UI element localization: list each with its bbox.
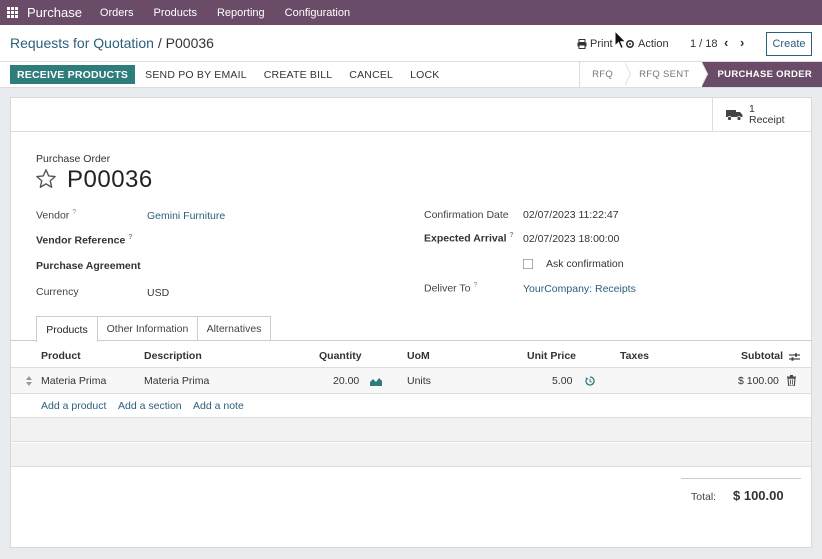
mouse-cursor-icon [614,30,627,50]
control-panel: Requests for Quotation / P00036 Print Ac… [0,25,822,62]
pager-value[interactable]: 1 / 18 [690,38,718,50]
ask-confirmation-label: Ask confirmation [546,258,624,270]
deliver-to-label-text: Deliver To [424,282,471,295]
chevron-left-icon[interactable]: ‹ [724,35,728,50]
ask-confirmation-checkbox[interactable] [523,259,533,269]
receive-products-button[interactable]: RECEIVE PRODUCTS [10,65,136,84]
col-taxes[interactable]: Taxes [620,350,649,362]
col-product[interactable]: Product [41,350,81,362]
vendor-field[interactable]: Gemini Furniture [147,210,225,222]
row-subtotal: $ 100.00 [738,375,779,387]
vendor-label-text: Vendor [36,209,70,222]
lock-button[interactable]: LOCK [410,69,439,81]
history-icon[interactable] [585,376,595,386]
vendor-reference-label: Vendor Reference ? [36,234,133,247]
row-quantity[interactable]: 20.00 [333,375,359,387]
apps-grid-icon[interactable] [7,7,18,18]
empty-row [11,443,811,467]
form-sheet: 1 Receipt Purchase Order P00036 Vendor ?… [10,97,812,548]
menu-orders[interactable]: Orders [100,7,134,19]
expected-arrival-field[interactable]: 02/07/2023 18:00:00 [523,233,619,245]
menu-reporting[interactable]: Reporting [217,7,265,19]
deliver-to-field[interactable]: YourCompany: Receipts [523,283,636,295]
breadcrumb-current: P00036 [165,35,214,51]
chevron-right-icon[interactable]: › [740,35,744,50]
help-mark[interactable]: ? [509,232,513,239]
smart-button-box: 1 Receipt [11,98,811,132]
col-quantity[interactable]: Quantity [319,350,362,362]
stage-purchase-order[interactable]: PURCHASE ORDER [701,62,822,87]
drag-handle-icon[interactable] [26,376,32,386]
row-product[interactable]: Materia Prima [41,375,106,387]
po-name: P00036 [67,166,153,193]
vendor-reference-label-text: Vendor Reference [36,234,126,247]
empty-row [11,418,811,442]
forecast-chart-icon[interactable] [370,376,382,386]
column-settings-icon[interactable] [789,352,800,362]
menu-products[interactable]: Products [154,7,197,19]
tab-products[interactable]: Products [36,316,98,342]
add-section-link[interactable]: Add a section [118,400,182,412]
total-divider [681,478,801,479]
confirmation-date-label: Confirmation Date [424,209,509,221]
breadcrumb-separator: / [157,35,162,51]
print-button[interactable]: Print [577,38,613,50]
currency-label: Currency [36,286,79,298]
printer-icon [577,39,587,49]
trash-icon[interactable] [787,375,796,386]
app-brand[interactable]: Purchase [27,5,82,20]
row-description[interactable]: Materia Prima [144,375,209,387]
tab-alternatives[interactable]: Alternatives [198,316,271,341]
receipt-label: Receipt [749,114,785,126]
row-uom[interactable]: Units [407,375,431,387]
stage-rfq[interactable]: RFQ [579,62,632,87]
receipt-smart-button[interactable]: 1 Receipt [712,98,811,132]
status-stages: RFQ RFQ SENT PURCHASE ORDER [579,62,822,87]
print-label: Print [590,38,613,50]
purchase-agreement-label: Purchase Agreement [36,260,141,272]
add-product-link[interactable]: Add a product [41,400,106,412]
expected-arrival-label: Expected Arrival ? [424,232,514,245]
deliver-to-label: Deliver To ? [424,282,477,295]
star-icon[interactable] [35,168,57,190]
help-mark[interactable]: ? [473,282,477,289]
menu-configuration[interactable]: Configuration [285,7,350,19]
notebook-tabs: Products Other Information Alternatives [11,316,811,342]
col-subtotal[interactable]: Subtotal [741,350,783,362]
total-value: $ 100.00 [733,488,784,503]
order-lines-header: Product Description Quantity UoM Unit Pr… [11,344,811,368]
create-button[interactable]: Create [766,32,812,56]
col-description[interactable]: Description [144,350,202,362]
col-uom[interactable]: UoM [407,350,430,362]
send-po-email-button[interactable]: SEND PO BY EMAIL [145,69,247,81]
row-unit-price[interactable]: 5.00 [552,375,572,387]
truck-icon [726,110,743,121]
form-title-label: Purchase Order [36,153,111,165]
status-bar: RECEIVE PRODUCTS SEND PO BY EMAIL CREATE… [0,62,822,88]
col-unit-price[interactable]: Unit Price [527,350,576,362]
help-mark[interactable]: ? [128,234,132,241]
add-note-link[interactable]: Add a note [193,400,244,412]
confirmation-date-field[interactable]: 02/07/2023 11:22:47 [523,209,619,221]
breadcrumb-parent[interactable]: Requests for Quotation [10,35,154,51]
total-label: Total: [691,491,717,503]
add-line-row: Add a product Add a section Add a note [11,394,811,418]
vendor-label: Vendor ? [36,209,76,222]
table-row[interactable]: Materia Prima Materia Prima 20.00 Units … [11,368,811,394]
action-button[interactable]: Action [625,38,669,50]
expected-arrival-label-text: Expected Arrival [424,232,507,245]
action-label: Action [638,38,669,50]
breadcrumb: Requests for Quotation / P00036 [10,35,214,51]
cancel-button[interactable]: CANCEL [349,69,393,81]
help-mark[interactable]: ? [72,209,76,216]
top-navbar: Purchase Orders Products Reporting Confi… [0,0,822,25]
stage-rfq-sent[interactable]: RFQ SENT [625,62,709,87]
currency-field[interactable]: USD [147,287,169,299]
create-bill-button[interactable]: CREATE BILL [264,69,333,81]
tab-other-information[interactable]: Other Information [98,316,198,341]
